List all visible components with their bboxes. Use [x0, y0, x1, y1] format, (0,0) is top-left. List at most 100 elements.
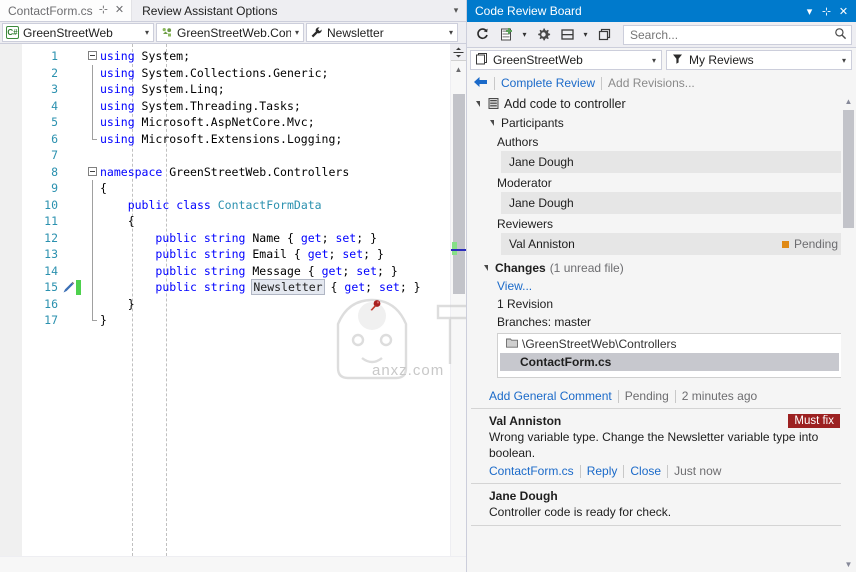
divider [579, 464, 581, 478]
code-line[interactable]: using System.Collections.Generic; [100, 65, 450, 82]
glyph-row[interactable] [62, 246, 86, 263]
expander-icon[interactable] [490, 119, 494, 126]
new-review-dropdown-arrow[interactable]: ▾ [519, 24, 530, 46]
glyph-margin[interactable] [62, 44, 86, 556]
participants-node[interactable]: Participants [471, 113, 856, 132]
back-arrow-icon[interactable] [473, 76, 488, 91]
code-line[interactable]: using System.Threading.Tasks; [100, 98, 450, 115]
scroll-up-button[interactable]: ▲ [841, 94, 856, 109]
search-input[interactable] [630, 27, 834, 42]
code-line[interactable]: public string Message { get; set; } [100, 263, 450, 280]
comment-close-link[interactable]: Close [630, 464, 661, 478]
tab-review-assistant-options[interactable]: Review Assistant Options [132, 0, 288, 21]
layout-icon[interactable] [556, 24, 578, 46]
panel-menu-icon[interactable]: ▾ [801, 1, 818, 21]
fold-toggle-icon[interactable] [88, 51, 97, 60]
type-dropdown[interactable]: GreenStreetWeb.Contro ▾ [156, 23, 304, 42]
reviewer-name: Val Anniston [509, 237, 575, 251]
code-line[interactable]: public string Newsletter { get; set; } [100, 279, 450, 296]
glyph-row[interactable] [62, 114, 86, 131]
panel-pin-icon[interactable]: ⊹ [818, 1, 835, 21]
scrollbar-thumb[interactable] [843, 110, 854, 228]
code-line[interactable]: public string Email { get; set; } [100, 246, 450, 263]
code-line[interactable]: public string Name { get; set; } [100, 230, 450, 247]
project-dropdown[interactable]: C# GreenStreetWeb ▾ [2, 23, 154, 42]
title-drag-area[interactable] [582, 0, 801, 22]
panel-close-icon[interactable]: ✕ [835, 1, 852, 21]
close-icon[interactable]: ✕ [114, 5, 125, 16]
code-line[interactable]: public class ContactFormData [100, 197, 450, 214]
code-editor[interactable]: 1 2 3 4 5 6 7 8 9 10 11 12 13 14 15 16 17 [0, 44, 466, 556]
expander-icon[interactable] [476, 100, 480, 107]
outlining-margin[interactable] [86, 44, 100, 556]
code-line[interactable]: using Microsoft.Extensions.Logging; [100, 131, 450, 148]
split-view-handle[interactable] [451, 44, 466, 61]
code-line[interactable]: } [100, 296, 450, 313]
editor-horizontal-scrollbar[interactable] [0, 556, 466, 572]
glyph-row[interactable] [62, 296, 86, 313]
layout-dropdown-arrow[interactable]: ▾ [580, 24, 591, 46]
code-token: public [155, 263, 197, 278]
add-revisions-link[interactable]: Add Revisions... [608, 76, 695, 90]
expander-icon[interactable] [484, 265, 488, 271]
file-row-contactform[interactable]: ContactForm.cs [500, 353, 839, 371]
glyph-row[interactable] [62, 98, 86, 115]
glyph-row[interactable] [62, 48, 86, 65]
complete-review-link[interactable]: Complete Review [501, 76, 595, 90]
add-general-comment-link[interactable]: Add General Comment [489, 389, 612, 403]
glyph-row[interactable] [62, 230, 86, 247]
scroll-down-button[interactable]: ▼ [841, 557, 856, 572]
reviewer-row[interactable]: Val Anniston Pending [501, 233, 846, 255]
search-icon[interactable] [834, 27, 847, 43]
chevron-down-icon[interactable]: ▾ [446, 0, 466, 21]
code-line[interactable] [100, 147, 450, 164]
gear-icon[interactable] [532, 24, 554, 46]
glyph-row[interactable] [62, 213, 86, 230]
glyph-row[interactable] [62, 312, 86, 329]
glyph-row[interactable] [62, 131, 86, 148]
member-dropdown[interactable]: Newsletter ▾ [306, 23, 458, 42]
scrollbar-thumb[interactable] [453, 94, 465, 294]
scroll-up-button[interactable]: ▲ [451, 61, 466, 77]
comment-item[interactable]: Jane Dough Controller code is ready for … [471, 484, 856, 526]
code-text-area[interactable]: using System; using System.Collections.Ge… [100, 44, 450, 556]
glyph-row[interactable] [62, 279, 86, 296]
code-line[interactable]: using System; [100, 48, 450, 65]
review-title-node[interactable]: Add code to controller [471, 94, 856, 113]
code-line[interactable]: using System.Linq; [100, 81, 450, 98]
panel-toolbar: ▾ ▾ [467, 22, 856, 48]
refresh-icon[interactable] [471, 24, 493, 46]
glyph-row[interactable] [62, 263, 86, 280]
code-line[interactable]: namespace GreenStreetWeb.Controllers [100, 164, 450, 181]
glyph-row[interactable] [62, 65, 86, 82]
code-line[interactable]: { [100, 213, 450, 230]
search-box[interactable] [623, 24, 852, 45]
changes-node[interactable]: Changes (1 unread file) [471, 259, 856, 277]
windows-icon[interactable] [593, 24, 615, 46]
fold-toggle-icon[interactable] [88, 166, 97, 176]
glyph-row[interactable] [62, 81, 86, 98]
code-line[interactable]: using Microsoft.AspNetCore.Mvc; [100, 114, 450, 131]
glyph-row[interactable] [62, 180, 86, 197]
glyph-row[interactable] [62, 197, 86, 214]
editor-vertical-scrollbar[interactable]: ▲ [450, 44, 466, 556]
comment-file-link[interactable]: ContactForm.cs [489, 464, 574, 478]
scope-filter-dropdown[interactable]: My Reviews ▾ [666, 50, 852, 70]
code-line[interactable]: { [100, 180, 450, 197]
pin-icon[interactable]: ⊹ [98, 5, 109, 16]
view-changes-link[interactable]: View... [497, 279, 532, 293]
code-line[interactable]: } [100, 312, 450, 329]
glyph-row[interactable] [62, 147, 86, 164]
moderator-row[interactable]: Jane Dough [501, 192, 846, 214]
glyph-row[interactable] [62, 164, 86, 181]
comment-reply-link[interactable]: Reply [587, 464, 618, 478]
comment-item[interactable]: Val Anniston Must fix Wrong variable typ… [471, 409, 856, 484]
panel-vertical-scrollbar[interactable]: ▲ ▼ [841, 94, 856, 572]
new-review-icon[interactable] [495, 24, 517, 46]
review-pin-icon[interactable] [368, 298, 384, 314]
folder-row[interactable]: \GreenStreetWeb\Controllers [498, 336, 841, 352]
tab-contactform-cs[interactable]: ContactForm.cs ⊹ ✕ [0, 0, 133, 21]
author-row[interactable]: Jane Dough [501, 151, 846, 173]
project-filter-dropdown[interactable]: GreenStreetWeb ▾ [470, 50, 662, 70]
code-token: using [100, 65, 135, 80]
